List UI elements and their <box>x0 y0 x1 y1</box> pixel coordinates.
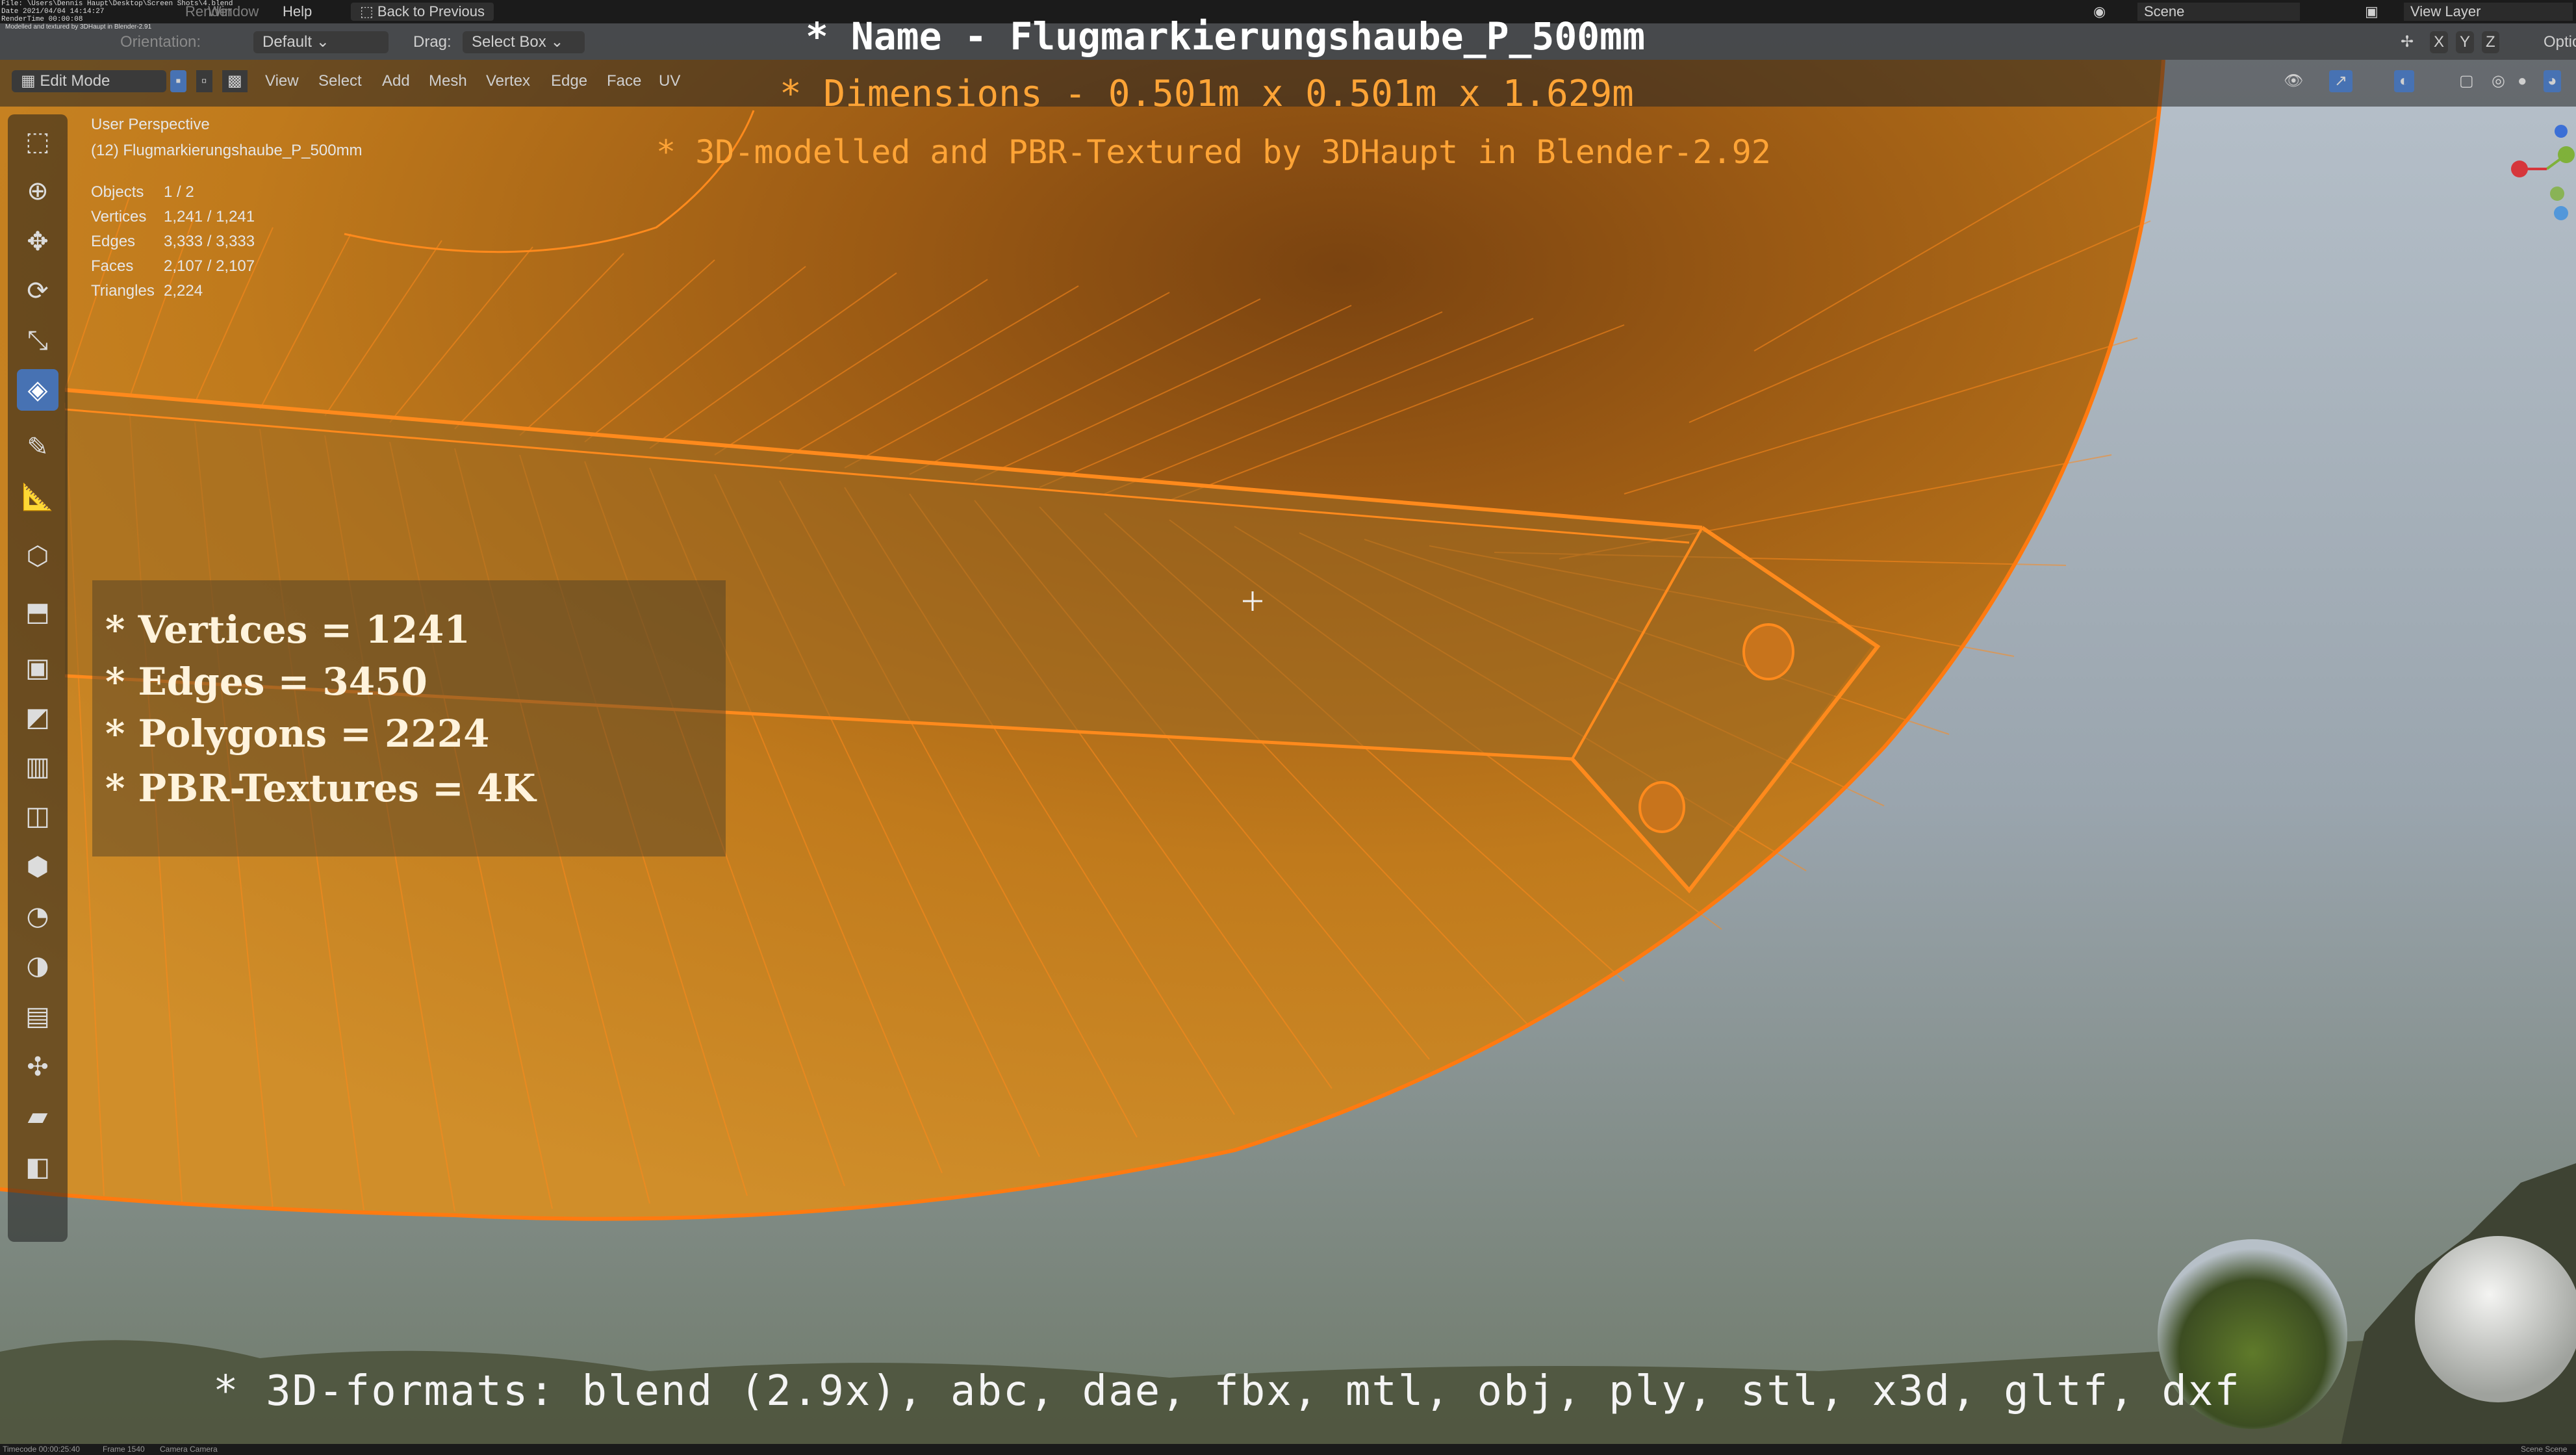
axis-x-toggle[interactable]: X <box>2430 31 2449 53</box>
orientation-dropdown[interactable]: Default ⌄ <box>253 31 389 53</box>
mode-value: Edit Mode <box>40 72 110 90</box>
menu-window[interactable]: Window <box>208 3 259 21</box>
mesh-stats-panel: * Vertices = 1241 * Edges = 3450 * Polyg… <box>92 580 726 856</box>
shrink-fatten-icon[interactable]: ✣ <box>17 1046 58 1088</box>
scene-status-label: Scene Scene <box>2521 1445 2568 1454</box>
solid-shading-icon[interactable]: ● <box>2518 70 2527 92</box>
stat-faces-value: 2,107 / 2,107 <box>164 257 255 275</box>
menu-add[interactable]: Add <box>382 70 410 92</box>
menu-view[interactable]: View <box>265 70 299 92</box>
axis-z-toggle[interactable]: Z <box>2482 31 2499 53</box>
loop-cut-icon[interactable]: ▥ <box>17 746 58 788</box>
move-icon[interactable]: ✥ <box>17 221 58 263</box>
orientation-label: Orientation: <box>120 33 201 51</box>
cursor-icon[interactable]: ⊕ <box>17 170 58 212</box>
stat-triangles-value: 2,224 <box>164 282 203 300</box>
menu-help[interactable]: Help <box>283 3 312 21</box>
mode-dropdown[interactable]: ▦ Edit Mode <box>12 70 166 92</box>
shear-icon[interactable]: ▰ <box>17 1096 58 1137</box>
view-layer-selector[interactable]: View Layer <box>2404 3 2573 21</box>
axis-gizmo-icon <box>2511 125 2575 220</box>
overlay-toggle-icon[interactable]: ◐ <box>2394 70 2414 92</box>
wireframe-shading-icon[interactable]: ◎ <box>2492 70 2505 92</box>
orientation-value: Default <box>262 33 312 51</box>
menu-vertex[interactable]: Vertex <box>486 70 530 92</box>
fullscreen-icon: ⬚ <box>360 3 377 19</box>
object-name-label: (12) Flugmarkierungshaube_P_500mm <box>91 142 363 159</box>
drag-value: Select Box <box>472 33 546 51</box>
axis-lock-icon[interactable]: ✢ <box>2401 31 2414 53</box>
back-to-previous-button[interactable]: ⬚ Back to Previous <box>351 3 494 21</box>
measure-icon[interactable]: 📐 <box>17 476 58 517</box>
overlay-dimensions-line: * Dimensions - 0.501m x 0.501m x 1.629m <box>780 73 1634 115</box>
bevel-icon[interactable]: ◩ <box>17 697 58 738</box>
stat-edges-label: Edges <box>91 233 136 250</box>
status-bar: Timecode 00:00:25:40 Frame 1540 Camera C… <box>0 1444 2576 1455</box>
stat-edges-line: * Edges = 3450 <box>105 660 427 704</box>
xray-toggle-icon[interactable]: ▢ <box>2459 70 2474 92</box>
stat-objects-label: Objects <box>91 183 144 201</box>
menu-mesh[interactable]: Mesh <box>429 70 467 92</box>
edit-mode-icon: ▦ <box>21 72 40 90</box>
gizmo-toggle-icon[interactable]: ↗ <box>2329 70 2353 92</box>
scene-selector[interactable]: Scene <box>2137 3 2300 21</box>
frame-label: Frame 1540 <box>103 1445 145 1454</box>
stat-vertices-line: * Vertices = 1241 <box>105 608 470 652</box>
stat-textures-line: * PBR-Textures = 4K <box>105 766 536 810</box>
smooth-icon[interactable]: ◑ <box>17 945 58 986</box>
annotate-icon[interactable]: ✎ <box>17 426 58 468</box>
menu-select[interactable]: Select <box>318 70 362 92</box>
bolt-top <box>1742 623 1794 680</box>
chevron-down-icon: ⌄ <box>316 33 329 51</box>
edge-select-icon[interactable]: ▫ <box>196 70 212 92</box>
add-cube-icon[interactable]: ⬡ <box>17 535 58 577</box>
tool-shelf: ⬚ ⊕ ✥ ⟳ ⤡ ◈ ✎ 📐 ⬡ ⬒ ▣ ◩ ▥ ◫ ⬢ ◔ ◑ ▤ ✣ ▰ … <box>8 114 68 1242</box>
timecode-label: Timecode 00:00:25:40 <box>3 1445 80 1454</box>
options-menu[interactable]: Options <box>2544 31 2576 53</box>
drag-label: Drag: <box>413 33 452 51</box>
camera-label: Camera Camera <box>160 1445 218 1454</box>
drag-dropdown[interactable]: Select Box ⌄ <box>463 31 585 53</box>
scale-icon[interactable]: ⤡ <box>17 320 58 361</box>
scene-icon[interactable]: ◉ <box>2093 3 2106 21</box>
inset-icon[interactable]: ▣ <box>17 647 58 689</box>
bolt-bottom <box>1639 781 1685 833</box>
perspective-label: User Perspective <box>91 116 210 133</box>
rendered-shading-icon[interactable]: ◕ <box>2544 70 2561 92</box>
back-to-previous-label: Back to Previous <box>377 3 485 19</box>
knife-icon[interactable]: ◫ <box>17 795 58 837</box>
transform-icon[interactable]: ◈ <box>17 369 58 411</box>
visibility-icon[interactable]: 👁 <box>2284 70 2303 92</box>
menu-edge[interactable]: Edge <box>551 70 587 92</box>
face-select-icon[interactable]: ▩ <box>222 70 248 92</box>
stat-objects-value: 1 / 2 <box>164 183 194 201</box>
stat-vertices-value: 1,241 / 1,241 <box>164 208 255 225</box>
overlay-name-line: * Name - Flugmarkierungshaube_P_500mm <box>806 14 1646 58</box>
material-sphere-preview <box>2415 1236 2576 1402</box>
poly-build-icon[interactable]: ⬢ <box>17 846 58 888</box>
edge-slide-icon[interactable]: ▤ <box>17 996 58 1037</box>
rip-region-icon[interactable]: ◧ <box>17 1146 58 1188</box>
stat-vertices-label: Vertices <box>91 208 147 225</box>
stat-triangles-label: Triangles <box>91 282 155 300</box>
rotate-icon[interactable]: ⟳ <box>17 270 58 312</box>
stat-edges-value: 3,333 / 3,333 <box>164 233 255 250</box>
stat-faces-label: Faces <box>91 257 134 275</box>
view-layer-icon[interactable]: ▣ <box>2365 3 2378 21</box>
select-box-icon[interactable]: ⬚ <box>17 121 58 162</box>
vertex-select-icon[interactable]: ▪ <box>170 70 186 92</box>
spin-icon[interactable]: ◔ <box>17 895 58 937</box>
extrude-icon[interactable]: ⬒ <box>17 591 58 633</box>
navigation-gizmo[interactable] <box>2495 117 2576 227</box>
overlay-credit-line: * 3D-modelled and PBR-Textured by 3DHaup… <box>656 133 1771 171</box>
menu-face[interactable]: Face <box>607 70 641 92</box>
axis-y-toggle[interactable]: Y <box>2456 31 2475 53</box>
menu-uv[interactable]: UV <box>659 70 680 92</box>
chevron-down-icon: ⌄ <box>550 33 564 51</box>
stat-polygons-line: * Polygons = 2224 <box>105 712 490 756</box>
formats-line: * 3D-formats: blend (2.9x), abc, dae, fb… <box>213 1367 2241 1415</box>
